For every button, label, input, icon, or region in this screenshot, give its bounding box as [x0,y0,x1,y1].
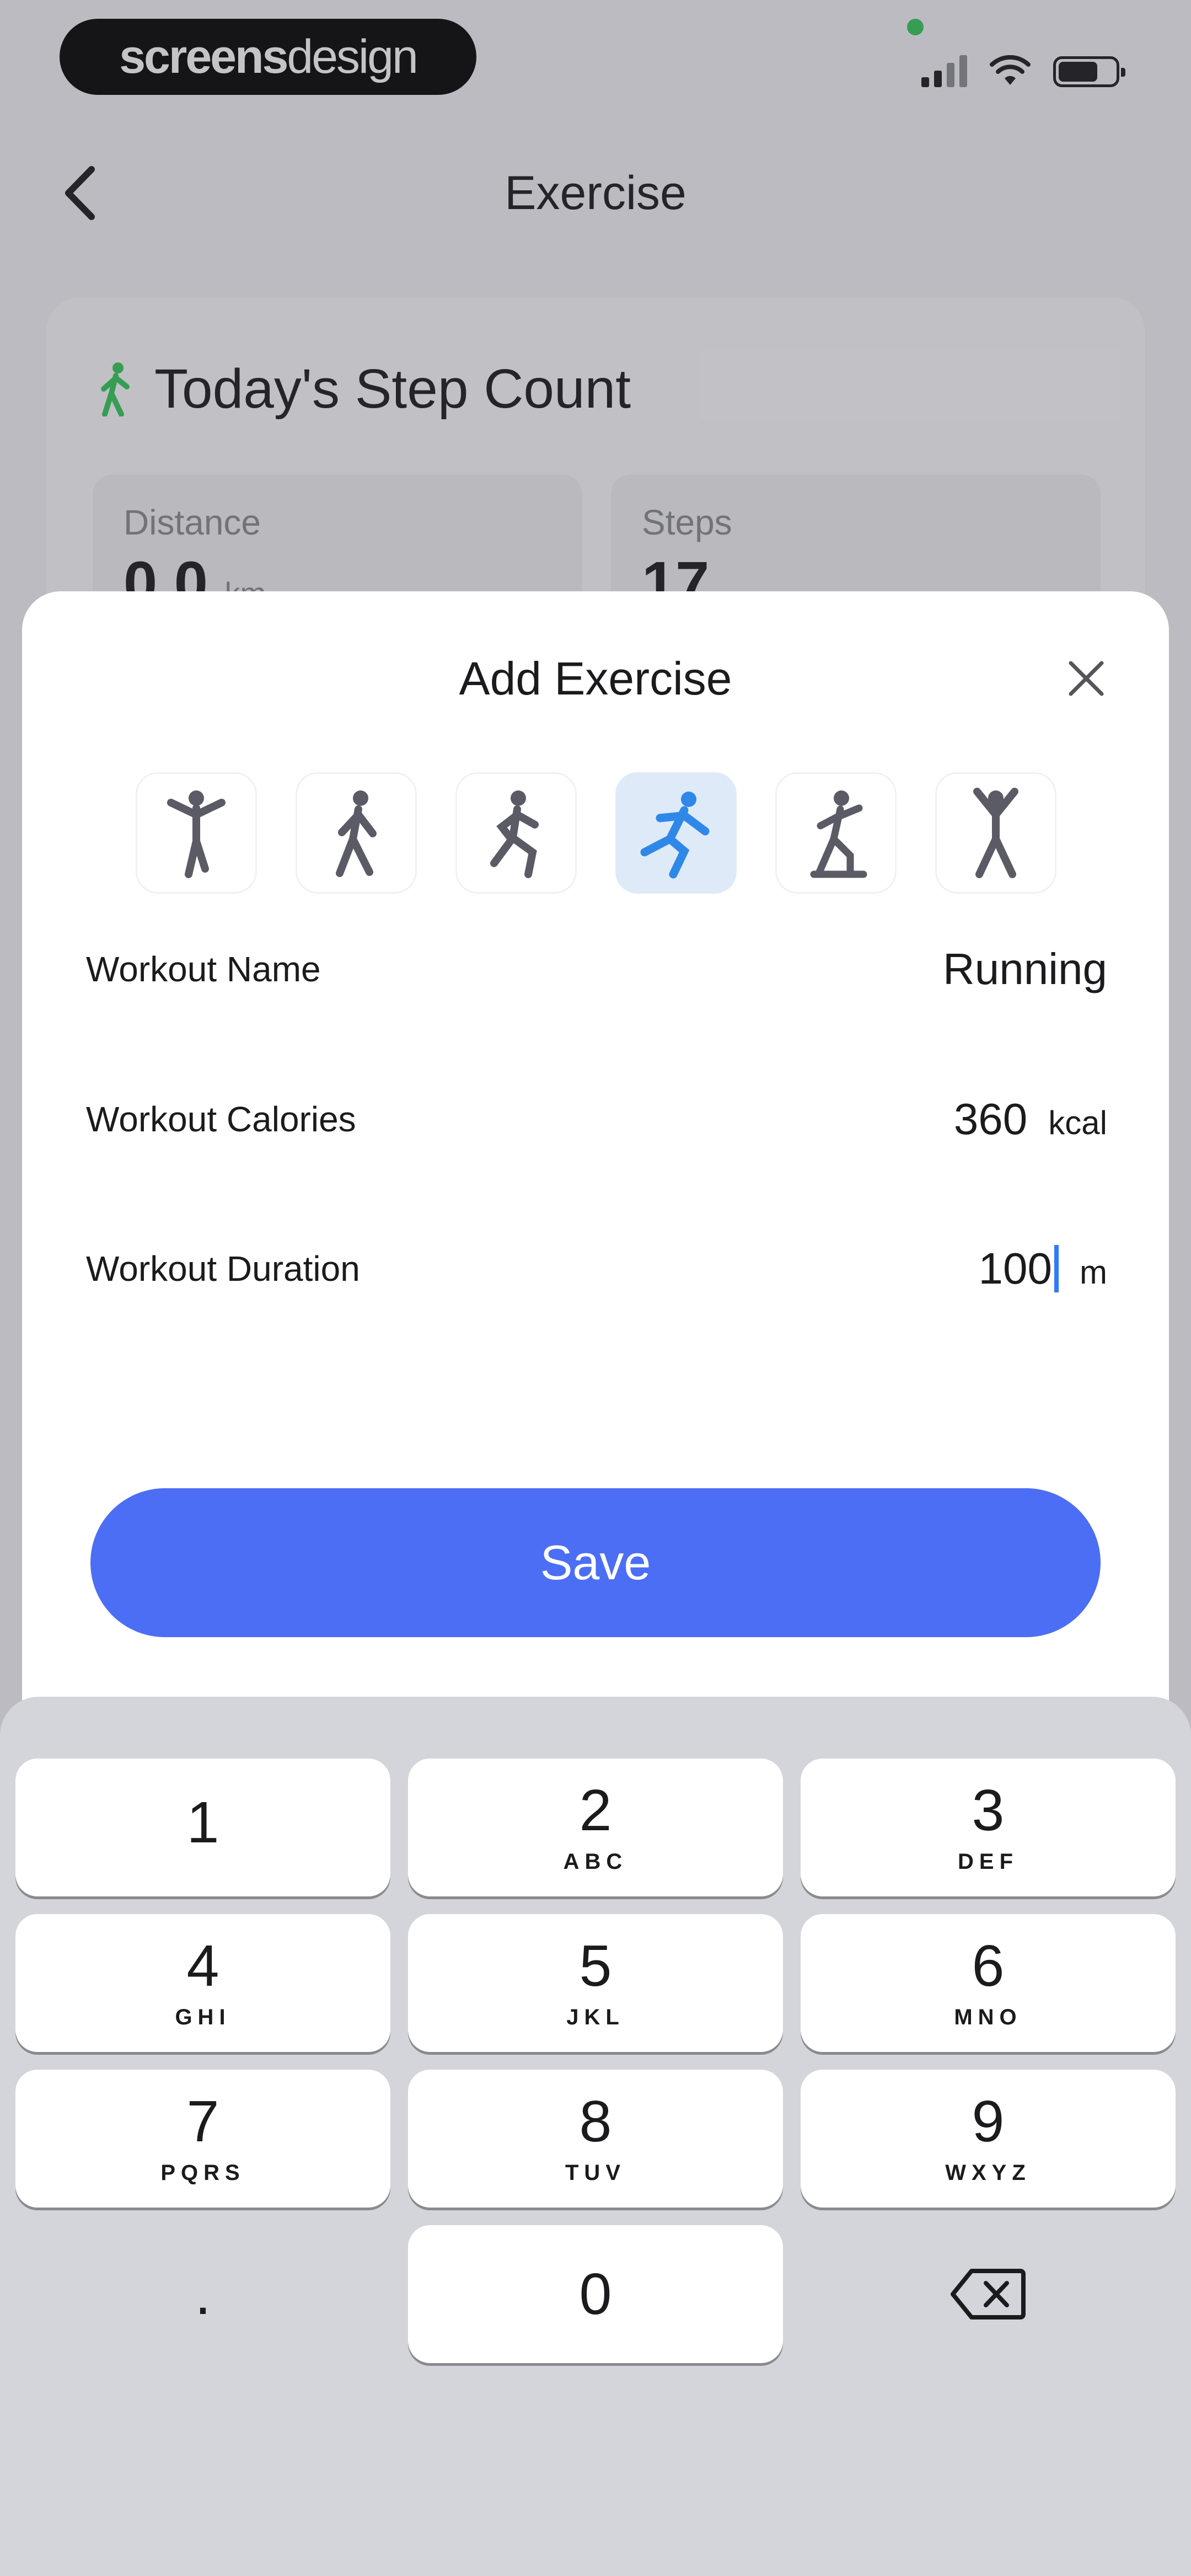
key-4-digit: 4 [186,1933,219,1998]
key-5-digit: 5 [579,1933,612,1998]
key-1-digit: 1 [186,1790,219,1855]
exercise-option-running[interactable] [615,772,737,894]
exercise-option-hiking[interactable] [775,772,897,894]
workout-calories-value-group: 360 kcal [954,1094,1107,1145]
key-0[interactable]: 0 [408,2225,783,2363]
key-9-letters: WXYZ [945,2160,1031,2185]
key-1[interactable]: 1 [15,1759,390,1896]
key-5[interactable]: 5 JKL [408,1914,783,2052]
sheet-title: Add Exercise [459,653,732,704]
workout-name-value-group: Running [943,944,1107,995]
workout-name-row: Workout Name Running [86,939,1107,1000]
key-5-letters: JKL [566,2005,625,2029]
stretching-icon [167,790,226,878]
key-7-digit: 7 [186,2088,219,2154]
screen: screens design Exercise Today's Step Cou… [0,0,1191,2576]
exercise-option-stretching[interactable] [136,772,257,894]
key-3[interactable]: 3 DEF [801,1759,1176,1896]
workout-duration-input-wrap[interactable]: 100 [979,1243,1059,1294]
exercise-type-selector [136,772,1056,894]
workout-name-label: Workout Name [86,949,321,989]
calories-unit: kcal [1048,1104,1107,1141]
exercise-option-walking[interactable] [296,772,417,894]
key-8-letters: TUV [565,2160,626,2185]
jumping-jack-icon [973,788,1018,878]
key-3-digit: 3 [972,1777,1005,1843]
key-2[interactable]: 2 ABC [408,1759,783,1896]
exercise-option-jumping-jack[interactable] [935,772,1056,894]
key-4-letters: GHI [175,2005,231,2029]
key-7[interactable]: 7 PQRS [15,2070,390,2208]
workout-duration-input[interactable]: 100 [979,1243,1052,1294]
key-6[interactable]: 6 MNO [801,1914,1176,2052]
key-2-digit: 2 [579,1777,612,1843]
key-3-letters: DEF [958,1849,1018,1874]
walking-icon [336,790,377,877]
duration-unit: m [1080,1254,1107,1291]
delete-key[interactable] [801,2225,1176,2363]
key-9-digit: 9 [972,2088,1005,2154]
numeric-keypad: 1 2 ABC 3 DEF 4 GHI 5 JKL 6 MNO 7 PQRS 8 [0,1697,1191,2576]
save-button[interactable]: Save [90,1488,1101,1637]
workout-calories-input[interactable]: 360 [954,1094,1027,1145]
close-icon [1069,661,1104,696]
key-6-digit: 6 [972,1933,1005,1998]
workout-duration-row: Workout Duration 100 m [86,1238,1107,1299]
key-0-digit: 0 [579,2262,612,2327]
workout-name-input[interactable]: Running [943,944,1107,995]
jogging-icon [490,790,539,878]
workout-duration-value-group: 100 m [979,1243,1107,1294]
key-9[interactable]: 9 WXYZ [801,2070,1176,2208]
hiking-icon [810,790,867,878]
workout-duration-label: Workout Duration [86,1249,360,1289]
key-8-digit: 8 [579,2088,612,2154]
close-button[interactable] [1053,645,1119,712]
workout-calories-row: Workout Calories 360 kcal [86,1089,1107,1150]
workout-calories-label: Workout Calories [86,1099,356,1139]
text-cursor [1054,1245,1059,1292]
decimal-key-label: . [195,2262,211,2327]
key-6-letters: MNO [954,2005,1022,2029]
exercise-option-jogging[interactable] [455,772,577,894]
backspace-icon [951,2269,1026,2320]
key-2-letters: ABC [563,1849,628,1874]
key-4[interactable]: 4 GHI [15,1914,390,2052]
running-icon [640,792,710,879]
decimal-key[interactable]: . [15,2225,390,2363]
key-7-letters: PQRS [160,2160,245,2185]
key-8[interactable]: 8 TUV [408,2070,783,2208]
